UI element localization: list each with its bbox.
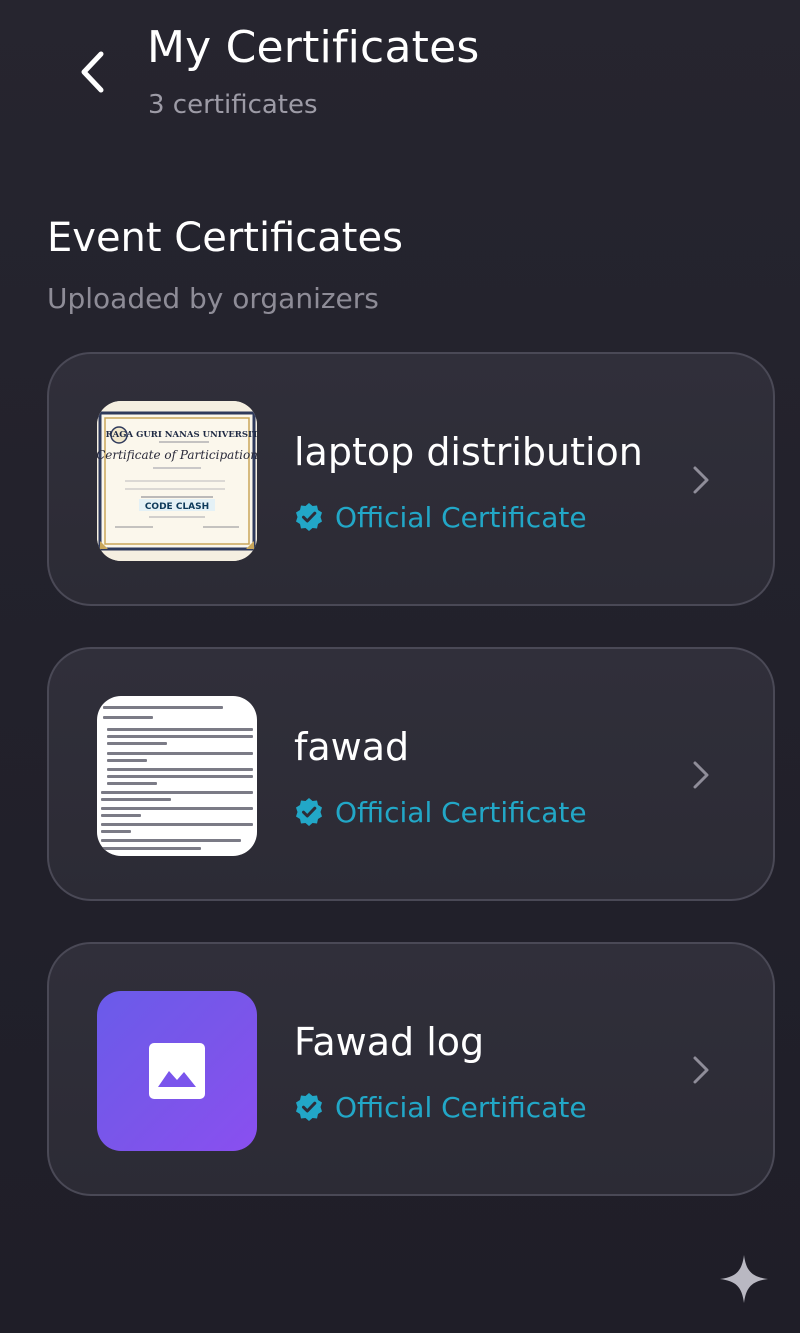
certificate-card[interactable]: RAGA GURI NANAS UNIVERSITY Certificate o… [47,352,775,606]
certificate-name: laptop distribution [294,430,643,474]
official-badge: Official Certificate [294,499,587,535]
document-text-line [107,742,167,745]
verified-badge-icon [296,503,322,531]
page-title: My Certificates [147,22,480,73]
certificate-card[interactable]: Fawad log Official Certificate [47,942,775,1196]
certificate-thumbnail [97,696,257,856]
thumb-event-text: CODE CLASH [145,502,209,512]
document-text-line [107,735,253,738]
chevron-left-icon [81,51,104,93]
certificate-thumbnail: RAGA GURI NANAS UNIVERSITY Certificate o… [97,401,257,561]
certificate-name: fawad [294,725,410,769]
document-text-line [107,768,253,771]
document-text-line [101,839,241,842]
official-badge: Official Certificate [294,794,587,830]
verified-badge-icon [296,798,322,826]
back-button[interactable] [62,40,122,104]
sparkle-icon[interactable] [718,1253,770,1305]
certificate-card[interactable]: fawad Official Certificate [47,647,775,901]
image-placeholder-icon [149,1043,205,1099]
document-text-line [101,823,253,826]
document-text-line [107,759,147,762]
document-text-line [101,847,201,850]
certificate-image: RAGA GURI NANAS UNIVERSITY Certificate o… [97,401,257,561]
document-text-line [101,791,253,794]
verified-badge-icon [296,1093,322,1121]
document-text-line [107,728,253,731]
certificate-count: 3 certificates [148,90,318,120]
badge-label: Official Certificate [335,1090,587,1124]
document-text-line [107,775,253,778]
badge-label: Official Certificate [335,500,587,534]
app-header: My Certificates 3 certificates [0,0,800,140]
badge-label: Official Certificate [335,795,587,829]
document-text-line [101,807,253,810]
document-text-line [107,752,253,755]
section-subtitle: Uploaded by organizers [47,282,379,315]
document-text-line [101,830,131,833]
thumb-university-text: RAGA GURI NANAS UNIVERSITY [106,430,257,440]
section-title: Event Certificates [47,215,403,261]
thumb-heading-text: Certificate of Participation [97,448,257,462]
chevron-right-icon [693,1056,709,1084]
certificate-thumbnail [97,991,257,1151]
document-text-line [103,706,223,709]
official-badge: Official Certificate [294,1089,587,1125]
document-text-line [101,814,141,817]
chevron-right-icon [693,466,709,494]
chevron-right-icon [693,761,709,789]
certificate-name: Fawad log [294,1020,485,1064]
document-text-line [103,716,153,719]
document-text-line [101,798,171,801]
document-text-line [107,782,157,785]
